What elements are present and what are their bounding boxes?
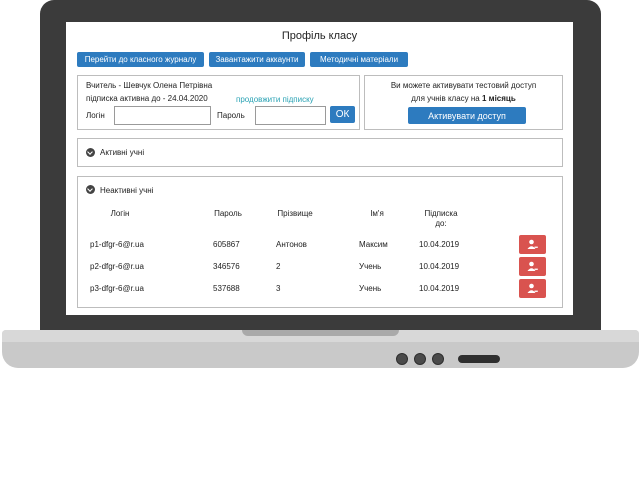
upload-accounts-button[interactable]: Завантажити аккаунти xyxy=(209,52,305,67)
table-cell-date: 10.04.2019 xyxy=(419,284,460,293)
login-label: Логін xyxy=(86,111,105,120)
teaching-materials-button[interactable]: Методичні матеріали xyxy=(310,52,408,67)
page-title: Профіль класу xyxy=(281,30,358,42)
password-field[interactable] xyxy=(255,106,326,125)
column-header-name: Ім'я xyxy=(370,209,384,218)
table-cell-login: p2-dfgr-6@r.ua xyxy=(90,262,144,271)
laptop-notch xyxy=(242,330,399,336)
table-cell-name: Максим xyxy=(359,240,388,249)
teacher-panel: Вчитель - Шевчук Олена Петрівна підписка… xyxy=(77,75,360,130)
active-students-section[interactable]: Активні учні xyxy=(77,138,563,167)
user-remove-icon xyxy=(527,261,538,271)
remove-student-button[interactable] xyxy=(519,235,546,254)
inactive-students-section: Неактивні учні Логін Пароль Прізвище Ім'… xyxy=(77,176,563,308)
table-cell-date: 10.04.2019 xyxy=(419,262,460,271)
trial-text: Ви можете активувати тестовий доступ xyxy=(390,81,537,90)
trial-panel: Ви можете активувати тестовий доступ для… xyxy=(364,75,563,130)
laptop-screen: Профіль класу Перейти до класного журнал… xyxy=(66,22,573,315)
trial-duration: для учнів класу на 1 місяць xyxy=(411,94,516,103)
column-header-login: Логін xyxy=(110,209,130,218)
active-students-label[interactable]: Активні учні xyxy=(100,148,144,157)
user-remove-icon xyxy=(527,283,538,293)
laptop-port xyxy=(414,353,426,365)
table-cell-login: p1-dfgr-6@r.ua xyxy=(90,240,144,249)
table-cell-name: Учень xyxy=(359,262,382,271)
class-journal-button[interactable]: Перейти до класного журналу xyxy=(77,52,204,67)
table-cell-password: 346576 xyxy=(213,262,240,271)
extend-subscription-link[interactable]: продовжити підписку xyxy=(236,95,314,104)
ok-button[interactable]: ОК xyxy=(330,106,355,123)
table-cell-surname: 2 xyxy=(276,262,281,271)
table-cell-password: 605867 xyxy=(213,240,240,249)
inactive-students-label[interactable]: Неактивні учні xyxy=(100,186,153,195)
remove-student-button[interactable] xyxy=(519,257,546,276)
table-cell-date: 10.04.2019 xyxy=(419,240,460,249)
password-label: Пароль xyxy=(217,111,245,120)
user-remove-icon xyxy=(527,239,538,249)
table-cell-surname: 3 xyxy=(276,284,281,293)
table-cell-surname: Антонов xyxy=(276,240,307,249)
teacher-name: Вчитель - Шевчук Олена Петрівна xyxy=(86,81,213,90)
remove-student-button[interactable] xyxy=(519,279,546,298)
laptop-slot xyxy=(458,355,500,363)
chevron-down-icon[interactable] xyxy=(86,148,95,157)
login-field[interactable] xyxy=(114,106,211,125)
table-cell-name: Учень xyxy=(359,284,382,293)
table-cell-login: p3-dfgr-6@r.ua xyxy=(90,284,144,293)
table-cell-password: 537688 xyxy=(213,284,240,293)
column-header-surname: Прізвище xyxy=(277,209,313,218)
activate-access-button[interactable]: Активувати доступ xyxy=(408,107,526,124)
laptop-base xyxy=(2,330,639,368)
column-header-password: Пароль xyxy=(214,209,242,218)
laptop-port xyxy=(396,353,408,365)
subscription-status: підписка активна до - 24.04.2020 xyxy=(86,94,208,103)
laptop-port xyxy=(432,353,444,365)
column-header-subscription: Підписка до: xyxy=(424,209,458,228)
chevron-down-icon[interactable] xyxy=(86,185,95,194)
